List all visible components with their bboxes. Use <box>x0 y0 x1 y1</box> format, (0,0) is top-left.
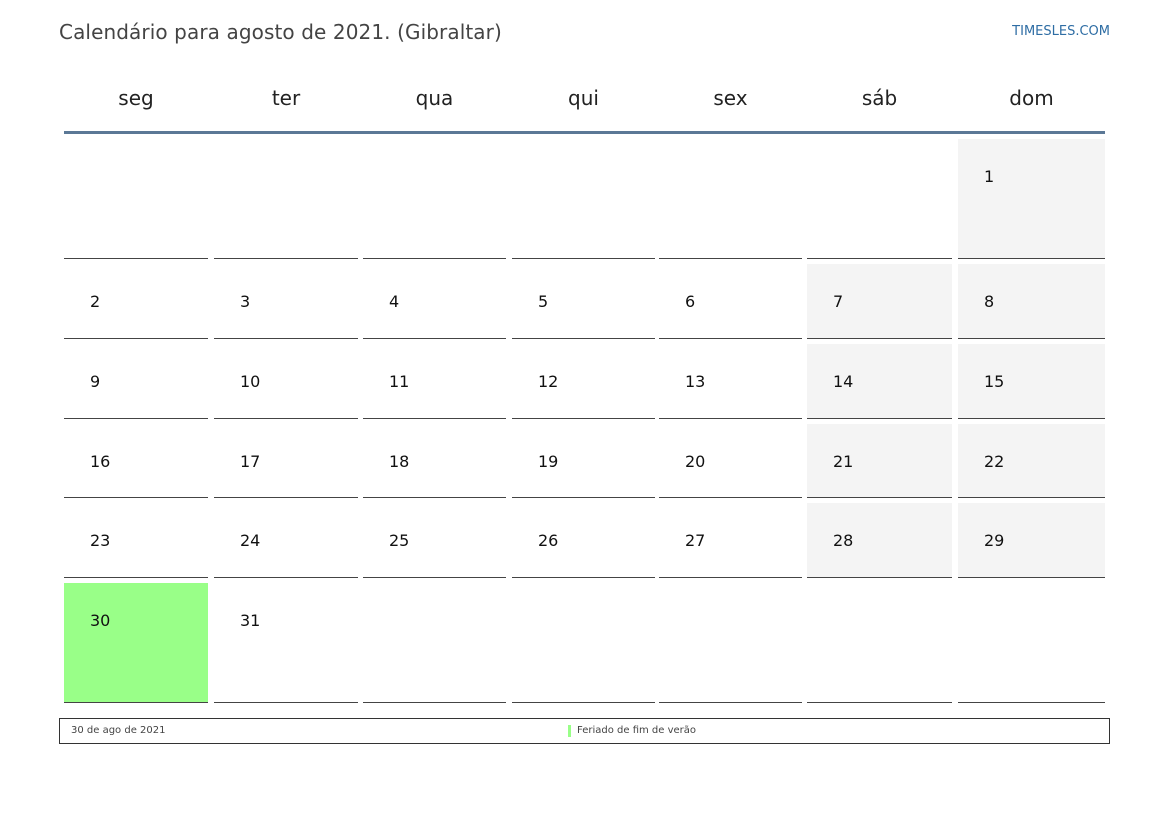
empty-day-cell <box>958 583 1105 703</box>
day-number: 19 <box>538 452 559 471</box>
day-number: 30 <box>90 611 111 630</box>
day-number: 12 <box>538 372 559 391</box>
day-number: 7 <box>833 292 844 311</box>
day-number: 18 <box>389 452 410 471</box>
day-cell[interactable]: 23 <box>64 503 208 578</box>
day-number: 21 <box>833 452 854 471</box>
day-number: 20 <box>685 452 706 471</box>
day-number: 31 <box>240 611 261 630</box>
holiday-legend: 30 de ago de 2021 Feriado de fim de verã… <box>59 718 1110 744</box>
day-cell[interactable]: 13 <box>659 344 802 419</box>
day-number: 26 <box>538 531 559 550</box>
empty-day-cell <box>512 139 655 259</box>
weekday-header: sex <box>713 86 748 110</box>
day-cell[interactable]: 30 <box>64 583 208 703</box>
day-cell[interactable]: 17 <box>214 424 358 498</box>
day-number: 5 <box>538 292 549 311</box>
day-cell[interactable]: 26 <box>512 503 655 578</box>
day-number: 23 <box>90 531 111 550</box>
day-number: 15 <box>984 372 1005 391</box>
day-cell[interactable]: 9 <box>64 344 208 419</box>
day-number: 14 <box>833 372 854 391</box>
holiday-color-swatch <box>568 725 571 737</box>
day-cell[interactable]: 16 <box>64 424 208 498</box>
day-cell[interactable]: 11 <box>363 344 506 419</box>
empty-day-cell <box>659 583 802 703</box>
empty-day-cell <box>512 583 655 703</box>
day-cell[interactable]: 5 <box>512 264 655 339</box>
day-number: 25 <box>389 531 410 550</box>
day-cell[interactable]: 6 <box>659 264 802 339</box>
day-number: 9 <box>90 372 101 391</box>
weekday-header: qua <box>415 86 454 110</box>
empty-day-cell <box>659 139 802 259</box>
day-cell[interactable]: 22 <box>958 424 1105 498</box>
weekday-header: sáb <box>861 86 898 110</box>
day-number: 17 <box>240 452 261 471</box>
day-number: 11 <box>389 372 410 391</box>
day-number: 4 <box>389 292 400 311</box>
holiday-name: Feriado de fim de verão <box>577 725 697 736</box>
day-number: 10 <box>240 372 261 391</box>
day-cell[interactable]: 28 <box>807 503 952 578</box>
empty-day-cell <box>363 583 506 703</box>
day-number: 22 <box>984 452 1005 471</box>
day-cell[interactable]: 2 <box>64 264 208 339</box>
day-cell[interactable]: 10 <box>214 344 358 419</box>
day-cell[interactable]: 3 <box>214 264 358 339</box>
day-number: 3 <box>240 292 251 311</box>
weekday-header: dom <box>1009 86 1054 110</box>
day-number: 8 <box>984 292 995 311</box>
day-cell[interactable]: 27 <box>659 503 802 578</box>
weekday-header: seg <box>118 86 154 110</box>
day-cell[interactable]: 8 <box>958 264 1105 339</box>
day-cell[interactable]: 1 <box>958 139 1105 259</box>
day-number: 6 <box>685 292 696 311</box>
day-cell[interactable]: 18 <box>363 424 506 498</box>
day-number: 27 <box>685 531 706 550</box>
day-cell[interactable]: 19 <box>512 424 655 498</box>
day-cell[interactable]: 7 <box>807 264 952 339</box>
day-cell[interactable]: 14 <box>807 344 952 419</box>
holiday-date: 30 de ago de 2021 <box>71 725 166 736</box>
day-cell[interactable]: 15 <box>958 344 1105 419</box>
day-cell[interactable]: 12 <box>512 344 655 419</box>
day-number: 1 <box>984 167 995 186</box>
header-divider <box>64 131 1105 134</box>
empty-day-cell <box>363 139 506 259</box>
day-number: 16 <box>90 452 111 471</box>
empty-day-cell <box>807 139 952 259</box>
day-cell[interactable]: 4 <box>363 264 506 339</box>
day-cell[interactable]: 29 <box>958 503 1105 578</box>
day-cell[interactable]: 25 <box>363 503 506 578</box>
weekday-header: qui <box>568 86 599 110</box>
day-cell[interactable]: 31 <box>214 583 358 703</box>
empty-day-cell <box>807 583 952 703</box>
day-number: 24 <box>240 531 261 550</box>
page-title: Calendário para agosto de 2021. (Gibralt… <box>59 20 502 44</box>
day-number: 29 <box>984 531 1005 550</box>
day-cell[interactable]: 20 <box>659 424 802 498</box>
day-cell[interactable]: 24 <box>214 503 358 578</box>
site-link[interactable]: TIMESLES.COM <box>1012 24 1110 39</box>
day-number: 2 <box>90 292 101 311</box>
weekday-header: ter <box>271 86 301 110</box>
empty-day-cell <box>214 139 358 259</box>
day-number: 13 <box>685 372 706 391</box>
empty-day-cell <box>64 139 208 259</box>
day-number: 28 <box>833 531 854 550</box>
day-cell[interactable]: 21 <box>807 424 952 498</box>
